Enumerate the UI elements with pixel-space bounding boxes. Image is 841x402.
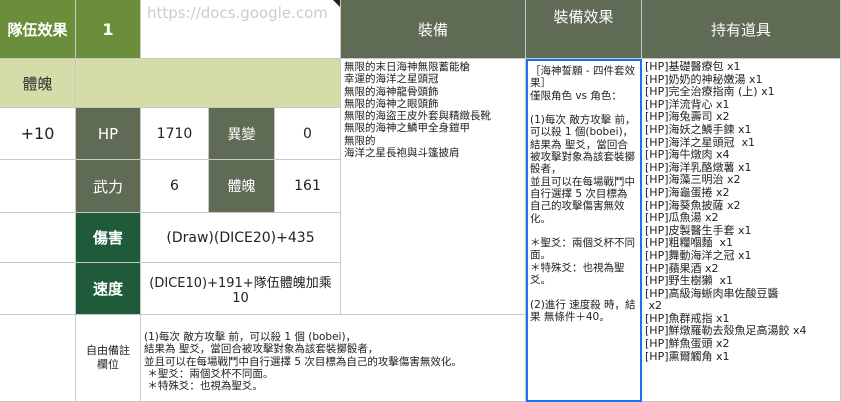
items-header[interactable]: 持有道具 [642, 0, 841, 59]
empty-cell-b[interactable] [0, 213, 76, 263]
damage-label[interactable]: 傷害 [76, 213, 141, 263]
free-note-label[interactable]: 自由備註 欄位 [76, 315, 141, 402]
hp-value[interactable]: 1710 [141, 108, 209, 160]
stamina2-value-text: 161 [294, 178, 321, 194]
might-value[interactable]: 6 [141, 160, 209, 213]
equipment-header-text: 裝備 [417, 20, 448, 39]
free-note-label-text: 自由備註 欄位 [86, 344, 130, 371]
free-note-text-content: (1)每次 敵方攻擊 前，可以殺 1 個 (bobei)， 結果為 聖爻，當回合… [144, 331, 462, 393]
might-label-text: 武力 [92, 177, 123, 196]
anomaly-value[interactable]: 0 [275, 108, 341, 160]
spreadsheet-grid: 隊伍效果 1 https://docs.google.com 裝備 裝備效果 持… [0, 0, 841, 402]
equip-effect-cell[interactable]: ［海神誓願 - 四件套效果］ 僅限角色 vs 角色： (1)每次 敵方攻擊 前，… [526, 59, 642, 402]
speed-formula[interactable]: (DICE10)+191+隊伍體魄加乘10 [141, 263, 341, 315]
stamina-label-text: 體魄 [22, 74, 53, 93]
hp-value-text: 1710 [156, 125, 193, 142]
might-label[interactable]: 武力 [76, 160, 141, 213]
stamina-merged-cell[interactable] [76, 59, 341, 108]
equip-effect-header-text: 裝備效果 [553, 8, 614, 26]
items-list-text: [HP]基礎醫療包 x1 [HP]奶奶的神秘嫩湯 x1 [HP]完全治療指南 (… [645, 60, 807, 363]
plus-value-cell[interactable]: +10 [0, 108, 76, 160]
items-header-text: 持有道具 [710, 20, 771, 39]
hp-label-text: HP [97, 124, 119, 143]
items-list[interactable]: [HP]基礎醫療包 x1 [HP]奶奶的神秘嫩湯 x1 [HP]完全治療指南 (… [642, 59, 841, 402]
team-effect-value[interactable]: 1 [76, 0, 141, 59]
hp-label[interactable]: HP [76, 108, 141, 160]
anomaly-label-text: 異變 [227, 126, 256, 143]
anomaly-value-text: 0 [303, 125, 312, 142]
stamina2-label-text: 體魄 [227, 179, 256, 195]
speed-label-text: 速度 [92, 280, 123, 298]
anomaly-label[interactable]: 異變 [209, 108, 275, 160]
empty-cell-d[interactable] [0, 315, 76, 402]
url-watermark: https://docs.google.com [147, 4, 328, 22]
free-note-text[interactable]: (1)每次 敵方攻擊 前，可以殺 1 個 (bobei)， 結果為 聖爻，當回合… [141, 315, 526, 402]
stamina2-value[interactable]: 161 [275, 160, 341, 213]
url-cell[interactable]: https://docs.google.com [141, 0, 341, 59]
empty-cell-c[interactable] [0, 263, 76, 315]
equipment-list[interactable]: 無限的末日海神無限蓄能槍 幸運的海洋之星頭冠 無限的海神龍骨頭飾 無限的海神之眼… [341, 59, 526, 315]
team-effect-value-text: 1 [102, 19, 114, 39]
damage-label-text: 傷害 [92, 229, 123, 247]
equip-effect-text: ［海神誓願 - 四件套效果］ 僅限角色 vs 角色： (1)每次 敵方攻擊 前，… [530, 65, 636, 323]
speed-label[interactable]: 速度 [76, 263, 141, 315]
team-effect-label[interactable]: 隊伍效果 [0, 0, 76, 59]
plus-value-text: +10 [20, 124, 55, 143]
damage-formula-text: (Draw)(DICE20)+435 [166, 229, 315, 246]
stamina2-label[interactable]: 體魄 [209, 160, 275, 213]
equipment-list-text: 無限的末日海神無限蓄能槍 幸運的海洋之星頭冠 無限的海神龍骨頭飾 無限的海神之眼… [344, 61, 491, 160]
speed-formula-text: (DICE10)+191+隊伍體魄加乘10 [149, 275, 332, 306]
team-effect-label-text: 隊伍效果 [7, 20, 68, 39]
equip-effect-header[interactable]: 裝備效果 [526, 0, 642, 59]
empty-cell-a[interactable] [0, 160, 76, 213]
cell-corner-marker [333, 0, 340, 7]
might-value-text: 6 [170, 178, 179, 194]
equipment-header[interactable]: 裝備 [341, 0, 526, 59]
damage-formula[interactable]: (Draw)(DICE20)+435 [141, 213, 341, 263]
stamina-label[interactable]: 體魄 [0, 59, 76, 108]
